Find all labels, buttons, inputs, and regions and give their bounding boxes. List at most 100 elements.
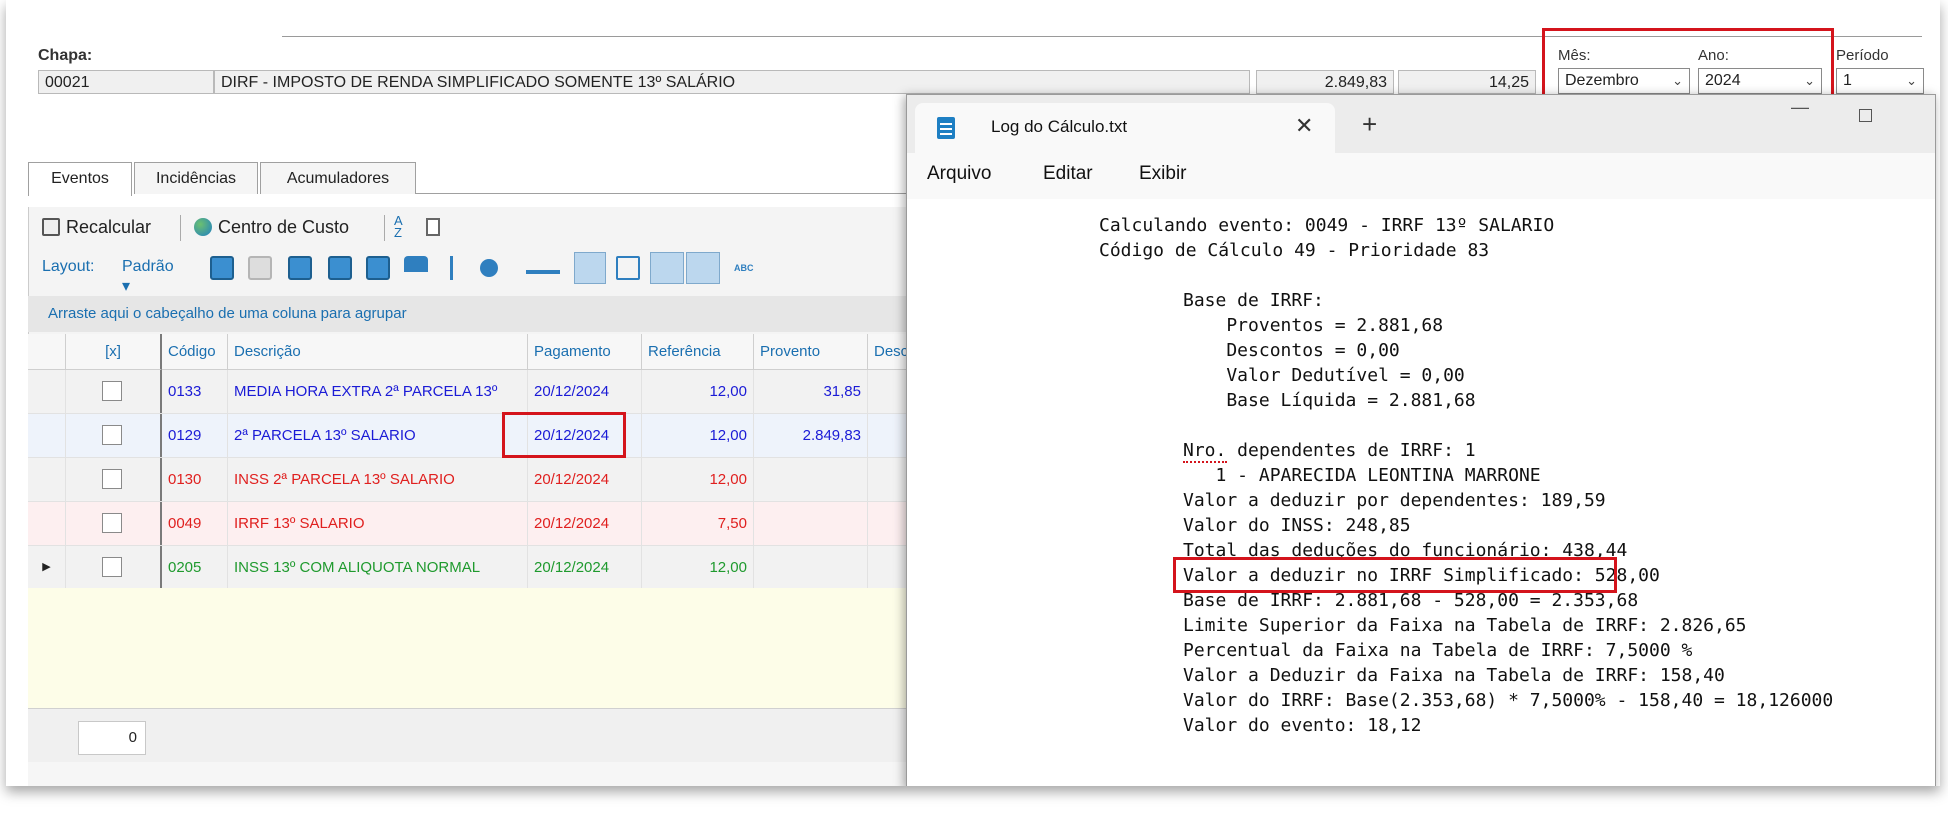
centro-custo-label: Centro de Custo xyxy=(218,217,350,237)
layout-header-icon[interactable] xyxy=(686,252,720,284)
move-down-icon[interactable] xyxy=(366,256,390,280)
color-fill-icon[interactable] xyxy=(480,259,498,277)
log-line: Valor do INSS: 248,85 xyxy=(1183,515,1411,536)
abc-icon[interactable]: ABC xyxy=(734,256,758,280)
row-checkbox[interactable] xyxy=(102,513,122,533)
table-row[interactable]: 0130 INSS 2ª PARCELA 13º SALARIO 20/12/2… xyxy=(28,458,928,502)
maximize-icon[interactable] xyxy=(1859,109,1872,122)
layout-padrao-dropdown[interactable]: Padrão ▾ xyxy=(122,258,174,296)
chapa-description-field[interactable]: DIRF - IMPOSTO DE RENDA SIMPLIFICADO SOM… xyxy=(214,70,1250,94)
table-row[interactable]: 0133 MEDIA HORA EXTRA 2ª PARCELA 13º 20/… xyxy=(28,370,928,414)
table-row[interactable]: ▶ 0205 INSS 13º COM ALIQUOTA NORMAL 20/1… xyxy=(28,546,928,590)
layout-bottom-icon[interactable] xyxy=(574,252,606,284)
cell-referencia: 12,00 xyxy=(642,414,754,457)
globe-icon xyxy=(194,218,212,236)
menu-arquivo[interactable]: Arquivo xyxy=(927,163,991,185)
tab-divider xyxy=(416,193,928,194)
notepad-text-area[interactable]: Calculando evento: 0049 - IRRF 13º SALAR… xyxy=(907,199,1935,786)
close-icon[interactable]: ✕ xyxy=(1295,113,1313,139)
log-line: Valor a Deduzir da Faixa na Tabela de IR… xyxy=(1183,665,1725,686)
cell-pagamento: 20/12/2024 xyxy=(528,370,642,413)
cell-descricao: INSS 13º COM ALIQUOTA NORMAL xyxy=(228,546,528,589)
layout-label: Layout: xyxy=(42,258,95,275)
chapa-code-field[interactable]: 00021 xyxy=(38,70,214,94)
column-pagamento[interactable]: Pagamento xyxy=(528,334,642,370)
cell-referencia: 12,00 xyxy=(642,458,754,501)
row-indicator-header xyxy=(28,334,66,370)
log-line: Calculando evento: 0049 - IRRF 13º SALAR… xyxy=(1099,215,1555,236)
log-line: Valor do IRRF: Base(2.353,68) * 7,5000% … xyxy=(1183,690,1834,711)
periodo-select[interactable]: 1 ⌄ xyxy=(1836,68,1924,94)
chart-dropdown-icon[interactable] xyxy=(526,256,560,274)
move-up-icon[interactable] xyxy=(328,256,352,280)
column-select[interactable]: [x] xyxy=(66,334,162,370)
notepad-window: Log do Cálculo.txt ✕ + — Arquivo Editar … xyxy=(906,94,1936,786)
row-checkbox-cell xyxy=(66,414,162,457)
chapa-label: Chapa: xyxy=(38,47,93,64)
log-line: Descontos = 0,00 xyxy=(1183,340,1400,361)
row-checkbox-cell xyxy=(66,370,162,413)
sort-az-icon[interactable]: AZ xyxy=(394,214,403,239)
row-checkbox-cell xyxy=(66,502,162,545)
column-codigo[interactable]: Código xyxy=(162,334,228,370)
notepad-menubar: Arquivo Editar Exibir xyxy=(907,153,1935,200)
toolbar-separator xyxy=(384,215,385,241)
log-line: Limite Superior da Faixa na Tabela de IR… xyxy=(1183,615,1747,636)
tab-acumuladores[interactable]: Acumuladores xyxy=(260,162,416,194)
add-row-icon[interactable] xyxy=(210,256,234,280)
grid-footer: 0 xyxy=(28,708,928,763)
row-indicator xyxy=(28,414,66,457)
table-row[interactable]: 0049 IRRF 13º SALARIO 20/12/2024 7,50 xyxy=(28,502,928,546)
log-line: Base de IRRF: xyxy=(1183,290,1324,311)
recalcular-label: Recalcular xyxy=(66,217,152,237)
layout-top-icon[interactable] xyxy=(650,252,684,284)
chevron-down-icon: ⌄ xyxy=(1906,73,1917,88)
cell-codigo: 0129 xyxy=(162,414,228,457)
centro-custo-button[interactable]: Centro de Custo xyxy=(194,217,349,238)
menu-exibir[interactable]: Exibir xyxy=(1139,163,1187,185)
group-by-hint: Arraste aqui o cabeçalho de uma coluna p… xyxy=(28,296,928,332)
notepad-icon xyxy=(937,117,955,139)
delete-row-icon[interactable] xyxy=(248,256,272,280)
cell-codigo: 0205 xyxy=(162,546,228,589)
log-line: Proventos = 2.881,68 xyxy=(1183,315,1444,336)
row-indicator-arrow-icon: ▶ xyxy=(28,546,66,589)
export-doc-icon[interactable] xyxy=(426,217,446,238)
value-field-2[interactable]: 14,25 xyxy=(1398,70,1536,94)
cell-descricao: MEDIA HORA EXTRA 2ª PARCELA 13º xyxy=(228,370,528,413)
cell-pagamento: 20/12/2024 xyxy=(528,458,642,501)
row-checkbox[interactable] xyxy=(102,425,122,445)
layout-split-icon[interactable] xyxy=(616,256,640,280)
cell-provento: 2.849,83 xyxy=(754,414,868,457)
cell-provento: 31,85 xyxy=(754,370,868,413)
recalcular-button[interactable]: Recalcular xyxy=(42,217,151,238)
notepad-tab[interactable]: Log do Cálculo.txt ✕ xyxy=(915,103,1335,153)
tab-incidencias[interactable]: Incidências xyxy=(134,162,258,194)
tab-eventos[interactable]: Eventos xyxy=(28,162,132,196)
row-checkbox-cell xyxy=(66,546,162,589)
value-field-1[interactable]: 2.849,83 xyxy=(1256,70,1394,94)
menu-editar[interactable]: Editar xyxy=(1043,163,1093,185)
column-descricao[interactable]: Descrição xyxy=(228,334,528,370)
mes-ano-highlight xyxy=(1542,28,1834,102)
cell-referencia: 7,50 xyxy=(642,502,754,545)
minimize-icon[interactable]: — xyxy=(1791,97,1809,118)
notepad-titlebar: Log do Cálculo.txt ✕ + — xyxy=(907,95,1935,153)
pin-icon[interactable] xyxy=(450,256,454,280)
cell-pagamento: 20/12/2024 xyxy=(528,502,642,545)
row-checkbox[interactable] xyxy=(102,557,122,577)
row-checkbox[interactable] xyxy=(102,469,122,489)
new-tab-icon[interactable]: + xyxy=(1362,109,1377,140)
cell-provento xyxy=(754,502,868,545)
table-row[interactable]: 0129 2ª PARCELA 13º SALARIO 20/12/2024 1… xyxy=(28,414,928,458)
row-checkbox[interactable] xyxy=(102,381,122,401)
row-indicator xyxy=(28,370,66,413)
column-provento[interactable]: Provento xyxy=(754,334,868,370)
paint-brush-icon[interactable] xyxy=(404,256,428,272)
row-count-field[interactable]: 0 xyxy=(78,721,146,755)
return-icon[interactable] xyxy=(288,256,312,280)
calculator-icon xyxy=(42,218,60,236)
row-checkbox-cell xyxy=(66,458,162,501)
column-referencia[interactable]: Referência xyxy=(642,334,754,370)
bottom-strip xyxy=(28,762,928,786)
